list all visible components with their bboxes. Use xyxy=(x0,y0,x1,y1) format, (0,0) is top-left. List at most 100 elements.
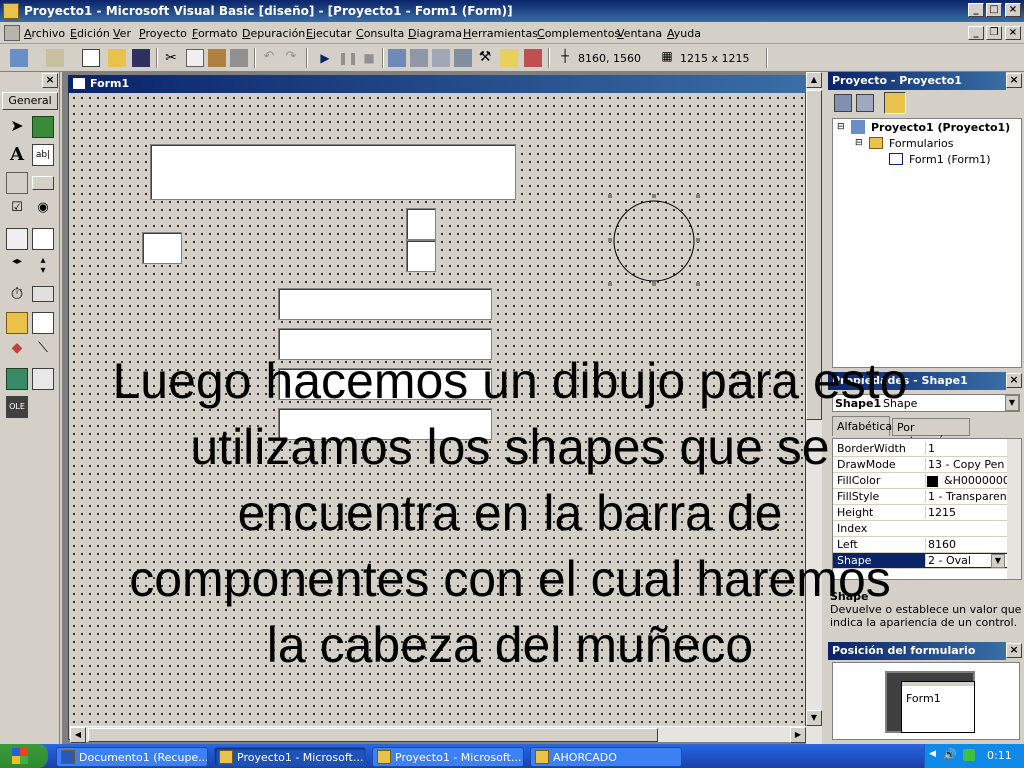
toolbox-icon[interactable]: ⚒ xyxy=(476,49,494,67)
ole-icon[interactable]: OLE xyxy=(6,396,28,418)
shape-icon[interactable]: ◆ xyxy=(6,340,28,362)
combobox-icon[interactable] xyxy=(6,228,28,250)
menu-ver[interactable]: Ver xyxy=(113,27,131,40)
stop-icon[interactable]: ■ xyxy=(360,49,378,67)
data-view-icon[interactable] xyxy=(500,49,518,67)
tree-project[interactable]: Proyecto1 (Proyecto1) xyxy=(871,121,1010,134)
textbox-control[interactable] xyxy=(150,144,516,200)
caption-overlay: Luego hacemos un dibujo para esto utiliz… xyxy=(112,353,908,673)
taskbar-item-documento1[interactable]: Documento1 (Recupe... xyxy=(56,747,208,767)
maximize-button[interactable]: □ xyxy=(986,3,1002,17)
commandbutton-icon[interactable] xyxy=(32,176,54,190)
textbox-control-2[interactable] xyxy=(406,208,436,240)
taskbar-item-vb-active[interactable]: Proyecto1 - Microsoft... xyxy=(214,747,366,767)
taskbar-item-vb[interactable]: Proyecto1 - Microsoft... xyxy=(372,747,524,767)
menu-ayuda[interactable]: Ayuda xyxy=(667,27,701,40)
toggle-folders-icon[interactable] xyxy=(884,92,906,114)
dirlistbox-icon[interactable] xyxy=(6,312,28,334)
scroll-up-icon[interactable]: ▲ xyxy=(806,72,822,88)
timer-icon[interactable]: ⏱ xyxy=(6,284,28,306)
project-explorer-icon[interactable] xyxy=(388,49,406,67)
tray-expand-icon[interactable]: ◀ xyxy=(929,749,936,759)
menu-ventana[interactable]: Ventana xyxy=(617,27,662,40)
pause-icon[interactable]: ❚❚ xyxy=(338,49,358,67)
checkbox-icon[interactable]: ☑ xyxy=(6,200,28,222)
properties-window-icon[interactable] xyxy=(410,49,428,67)
menu-diagrama[interactable]: Diagrama xyxy=(408,27,462,40)
menu-proyecto[interactable]: Proyecto xyxy=(139,27,187,40)
form-layout-icon[interactable] xyxy=(432,49,450,67)
chevron-down-icon[interactable]: ▼ xyxy=(1005,395,1019,411)
scroll-down-icon[interactable]: ▼ xyxy=(806,710,822,726)
close-button[interactable]: × xyxy=(1005,3,1021,17)
open-project-icon[interactable] xyxy=(108,49,126,67)
component-manager-icon[interactable] xyxy=(524,49,542,67)
cut-icon[interactable]: ✂ xyxy=(162,49,180,67)
properties-panel-close-icon[interactable]: × xyxy=(1006,373,1022,388)
pointer-icon[interactable]: ➤ xyxy=(6,116,28,138)
textbox-control-3[interactable] xyxy=(406,240,436,272)
image-icon[interactable] xyxy=(6,368,28,390)
taskbar-item-ahorcado[interactable]: AHORCADO xyxy=(530,747,682,767)
vscrollbar-icon[interactable]: ▴ ▾ xyxy=(32,256,54,278)
menu-edicion[interactable]: Edición xyxy=(70,27,110,40)
picturebox-icon[interactable] xyxy=(32,116,54,138)
form-layout-close-icon[interactable]: × xyxy=(1006,643,1022,658)
view-code-icon[interactable] xyxy=(834,94,852,112)
paste-icon[interactable] xyxy=(208,49,226,67)
collapse-icon[interactable]: ⊟ xyxy=(837,122,845,132)
object-browser-icon[interactable] xyxy=(454,49,472,67)
optionbutton-icon[interactable]: ◉ xyxy=(32,200,54,222)
menu-depuracion[interactable]: Depuración xyxy=(242,27,305,40)
mdi-minimize-button[interactable]: _ xyxy=(968,26,984,40)
scroll-right-icon[interactable]: ▶ xyxy=(790,727,806,743)
volume-icon[interactable]: 🔊 xyxy=(943,748,957,761)
label-icon[interactable]: A xyxy=(6,144,28,166)
textbox-icon[interactable]: ab| xyxy=(32,144,54,166)
filelistbox-icon[interactable] xyxy=(32,312,54,334)
horizontal-scroll-thumb[interactable] xyxy=(88,728,658,742)
form-preview[interactable]: Form1 xyxy=(901,681,975,733)
minimize-button[interactable]: _ xyxy=(968,3,984,17)
textbox-small-control[interactable] xyxy=(142,232,182,264)
toolbox-close-icon[interactable]: × xyxy=(42,73,58,88)
start-button[interactable] xyxy=(0,744,48,768)
redo-icon[interactable]: ↷ xyxy=(282,49,300,67)
copy-icon[interactable] xyxy=(186,49,204,67)
mdi-close-button[interactable]: × xyxy=(1005,26,1021,40)
menu-editor-icon[interactable] xyxy=(82,49,100,67)
project-panel-close-icon[interactable]: × xyxy=(1006,73,1022,88)
mdi-restore-button[interactable]: ❐ xyxy=(986,26,1002,40)
form-system-icon[interactable] xyxy=(4,25,20,41)
shape1-oval[interactable] xyxy=(606,194,702,290)
frame-icon[interactable] xyxy=(6,172,28,194)
menu-archivo[interactable]: Archivo xyxy=(24,27,65,40)
undo-icon[interactable]: ↶ xyxy=(260,49,278,67)
horizontal-scrollbar[interactable]: ◀ ▶ xyxy=(70,726,808,743)
drivelistbox-icon[interactable] xyxy=(32,286,54,302)
title-bar: Proyecto1 - Microsoft Visual Basic [dise… xyxy=(0,0,1024,22)
listbox-icon[interactable] xyxy=(32,228,54,250)
property-scrollbar[interactable] xyxy=(1007,439,1021,579)
tree-formularios[interactable]: Formularios xyxy=(889,137,954,150)
tree-form1[interactable]: Form1 (Form1) xyxy=(909,153,991,166)
menu-consulta[interactable]: Consulta xyxy=(356,27,404,40)
collapse-folder-icon[interactable]: ⊟ xyxy=(855,138,863,148)
menu-ejecutar[interactable]: Ejecutar xyxy=(306,27,351,40)
clock[interactable]: 0:11 xyxy=(987,749,1012,762)
find-icon[interactable] xyxy=(230,49,248,67)
menu-complementos[interactable]: Complementos xyxy=(537,27,620,40)
menu-herramientas[interactable]: Herramientas xyxy=(463,27,538,40)
view-object-icon[interactable] xyxy=(856,94,874,112)
shape-dropdown-icon[interactable]: ▼ xyxy=(991,554,1005,568)
network-icon[interactable] xyxy=(963,749,975,761)
start-icon[interactable]: ▶ xyxy=(316,49,334,67)
menu-formato[interactable]: Formato xyxy=(192,27,238,40)
add-form-icon[interactable] xyxy=(46,49,64,67)
save-project-icon[interactable] xyxy=(132,49,150,67)
hscrollbar-icon[interactable]: ◂▸ xyxy=(6,256,28,278)
add-project-icon[interactable] xyxy=(10,49,28,67)
textbox-control-4[interactable] xyxy=(278,288,492,320)
scroll-left-icon[interactable]: ◀ xyxy=(70,727,86,743)
toolbox-tab-general[interactable]: General xyxy=(2,92,58,110)
